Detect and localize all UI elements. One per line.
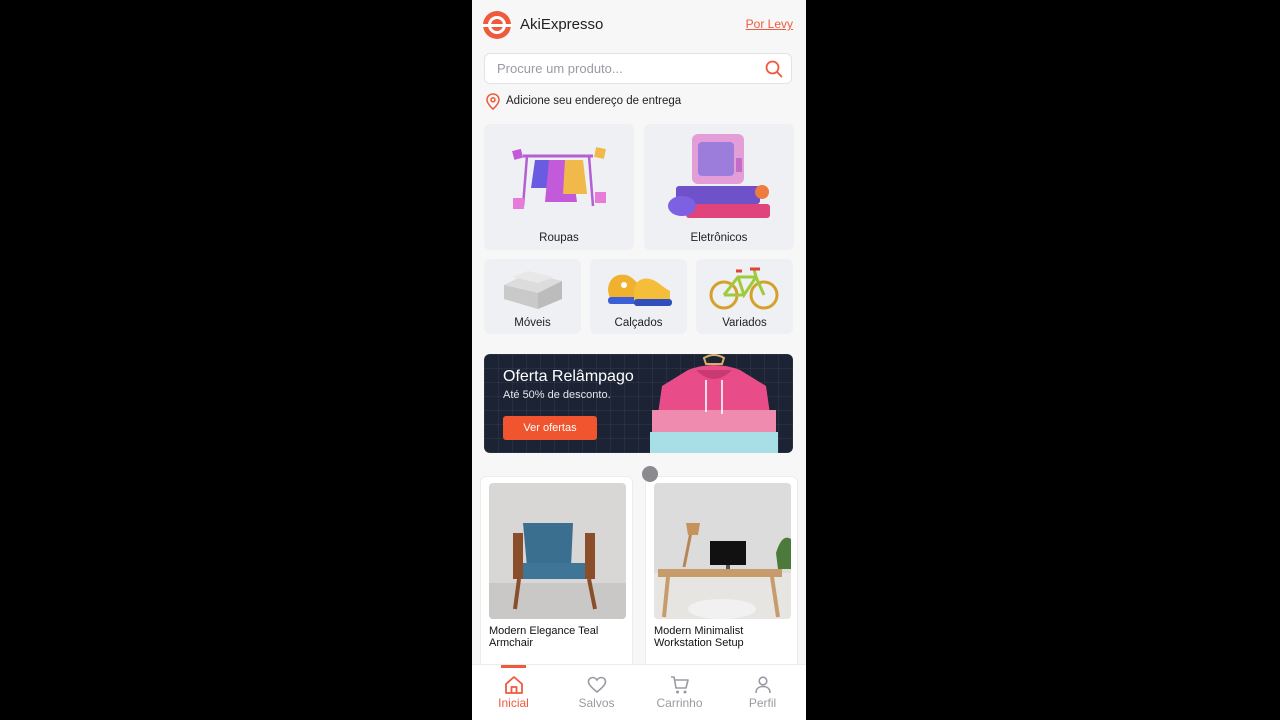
heart-icon [587,676,607,694]
nav-item-inicial[interactable]: Inicial [472,665,555,720]
category-variados[interactable]: Variados [696,259,793,334]
search-input[interactable] [495,60,759,77]
bottom-nav: Inicial Salvos Carrinho Perfil [472,664,806,720]
category-moveis[interactable]: Móveis [484,259,581,334]
app-title: AkiExpresso [520,16,604,33]
product-image [654,483,791,619]
location-pin-icon [486,93,500,110]
product-image [489,483,626,619]
nav-item-perfil[interactable]: Perfil [721,665,804,720]
active-indicator [501,665,526,668]
home-icon [505,676,523,694]
author-link[interactable]: Por Levy [746,17,793,31]
header: AkiExpresso Por Levy [472,0,806,50]
search-bar[interactable] [484,53,792,84]
bicycle-icon [709,267,779,310]
nav-label: Inicial [498,696,529,710]
category-label: Calçados [614,317,663,329]
product-name: Modern Minimalist Workstation Setup [654,625,744,649]
cart-icon [671,676,689,694]
category-roupas[interactable]: Roupas [484,124,634,250]
banner-subtitle: Até 50% de desconto. [503,389,611,401]
hoodie-image [650,354,778,453]
nav-label: Salvos [578,696,615,710]
logo-icon [482,11,512,39]
search-icon[interactable] [765,60,783,78]
promo-banner[interactable]: Oferta Relâmpago Até 50% de desconto. Ve… [484,354,793,453]
clothes-rack-icon [512,147,606,209]
category-label: Variados [722,317,767,329]
sofa-icon [504,271,562,309]
workstation-image [654,483,791,619]
touch-indicator [642,466,658,482]
address-label: Adicione seu endereço de entrega [506,95,682,107]
phone-screen: AkiExpresso Por Levy Adicione seu endere… [472,0,806,720]
product-name: Modern Elegance Teal Armchair [489,625,599,649]
user-icon [755,676,771,694]
nav-item-salvos[interactable]: Salvos [555,665,638,720]
banner-title: Oferta Relâmpago [503,368,634,385]
armchair-image [489,483,626,619]
sneakers-icon [608,274,672,306]
nav-item-carrinho[interactable]: Carrinho [638,665,721,720]
category-label: Eletrônicos [690,232,748,244]
nav-label: Carrinho [656,696,703,710]
category-calcados[interactable]: Calçados [590,259,687,334]
retro-computer-icon [668,134,770,218]
category-label: Roupas [539,232,579,244]
product-card[interactable]: Modern Minimalist Workstation Setup [645,476,798,676]
product-card[interactable]: Modern Elegance Teal Armchair [480,476,633,676]
category-label: Móveis [514,317,551,329]
nav-label: Perfil [748,696,777,710]
see-offers-button[interactable]: Ver ofertas [503,416,597,440]
category-eletronicos[interactable]: Eletrônicos [644,124,794,250]
